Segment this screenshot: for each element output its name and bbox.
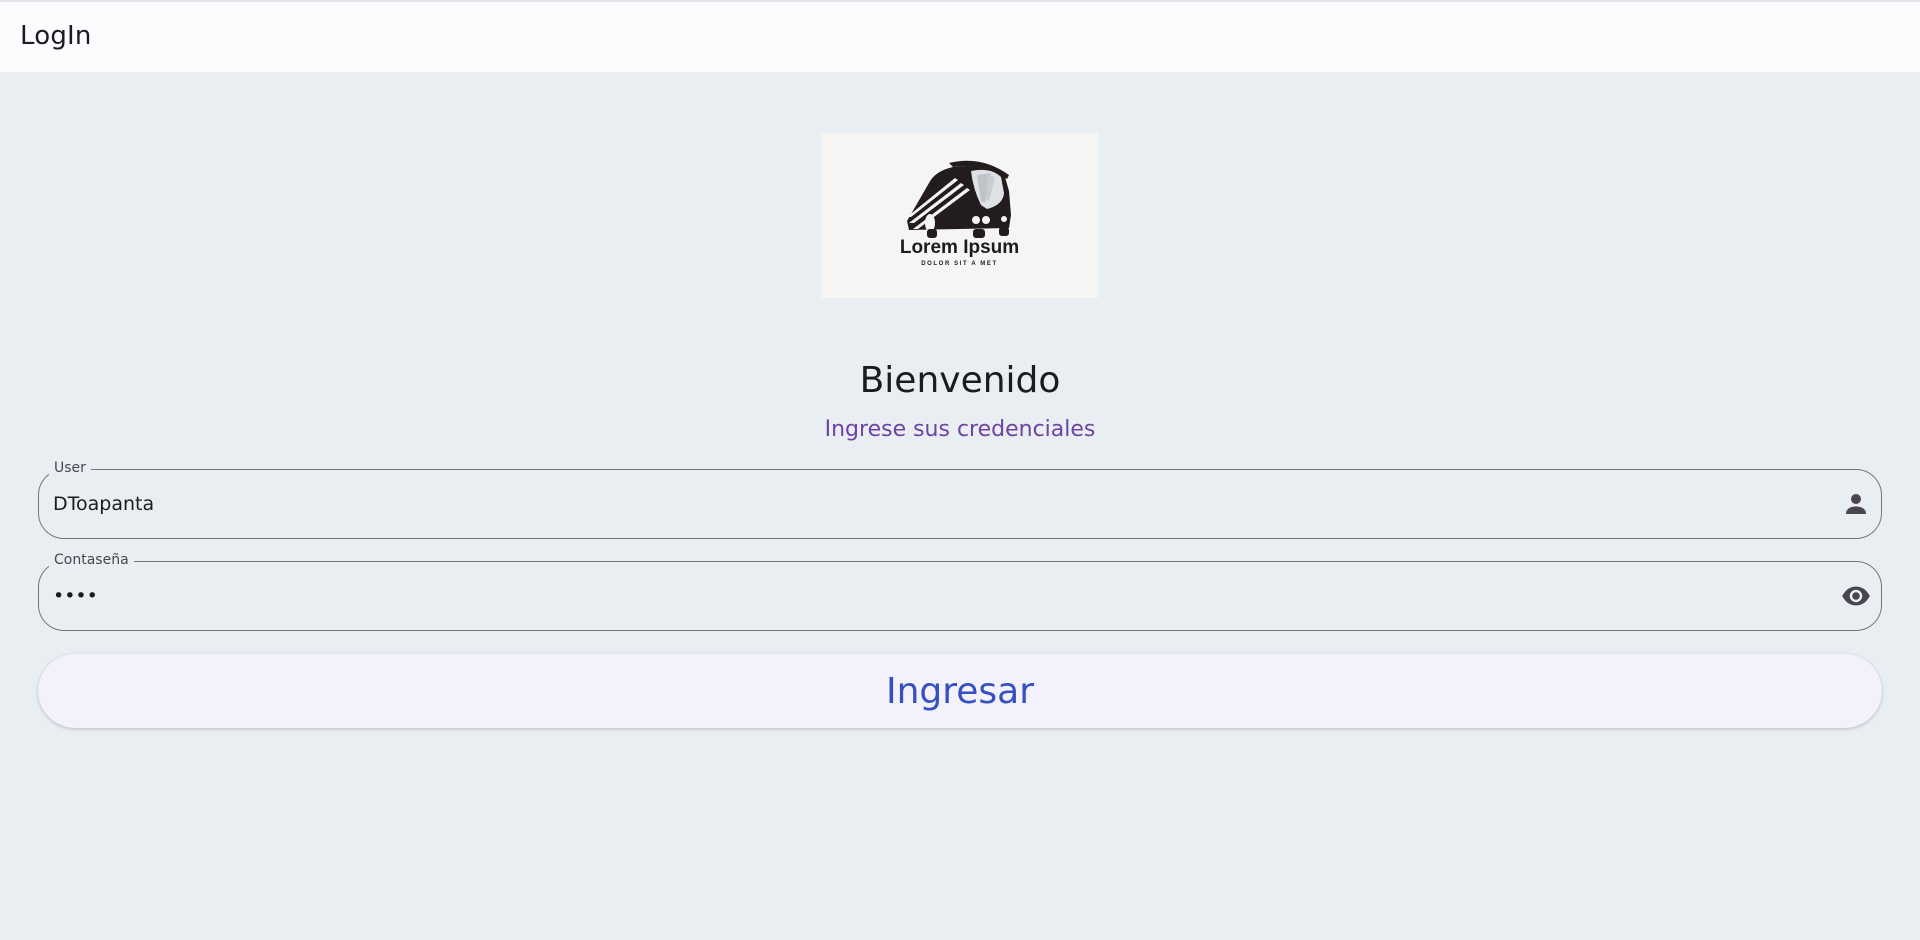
company-logo: Lorem Ipsum DOLOR SIT A MET xyxy=(821,133,1098,298)
welcome-heading: Bienvenido xyxy=(859,360,1061,401)
user-field: User xyxy=(38,460,1882,539)
app-bar: LogIn xyxy=(0,0,1920,72)
login-button[interactable]: Ingresar xyxy=(38,654,1882,728)
logo-subtitle: DOLOR SIT A MET xyxy=(921,261,998,267)
welcome-subtitle: Ingrese sus credenciales xyxy=(824,417,1096,442)
password-field: Contaseña xyxy=(38,552,1882,631)
person-icon xyxy=(1841,489,1871,519)
user-input[interactable] xyxy=(53,470,1813,537)
bus-icon xyxy=(907,160,1011,238)
visibility-icon[interactable] xyxy=(1841,581,1871,611)
app-bar-title: LogIn xyxy=(20,21,92,51)
logo-title: Lorem Ipsum xyxy=(899,237,1020,258)
password-input[interactable] xyxy=(53,562,1813,629)
